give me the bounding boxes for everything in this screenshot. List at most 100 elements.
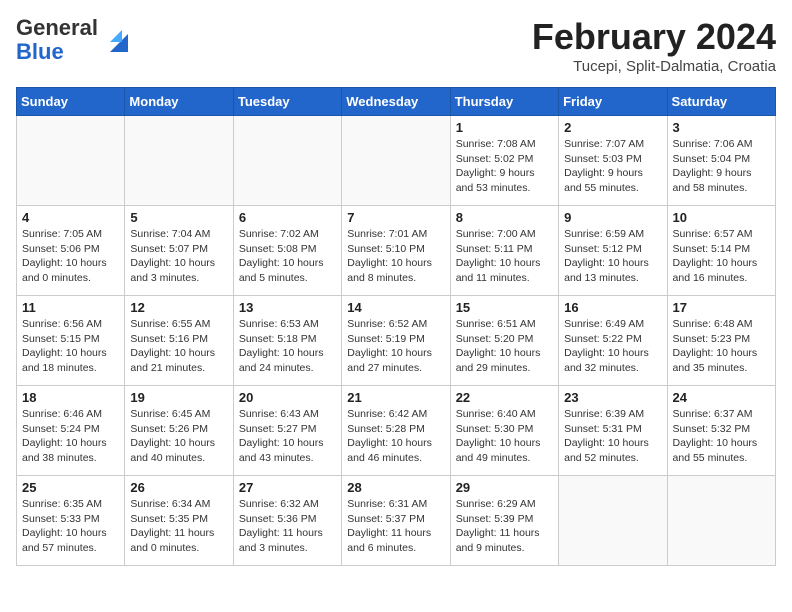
calendar-cell: [17, 116, 125, 206]
calendar-cell: 7 Sunrise: 7:01 AM Sunset: 5:10 PM Daylig…: [342, 206, 450, 296]
day-number: 10: [673, 210, 770, 225]
calendar-cell: 9 Sunrise: 6:59 AM Sunset: 5:12 PM Daylig…: [559, 206, 667, 296]
day-info: Sunrise: 6:55 AM Sunset: 5:16 PM Dayligh…: [130, 317, 227, 376]
weekday-header-thursday: Thursday: [450, 88, 558, 116]
calendar-cell: 4 Sunrise: 7:05 AM Sunset: 5:06 PM Daylig…: [17, 206, 125, 296]
calendar-cell: 17 Sunrise: 6:48 AM Sunset: 5:23 PM Dayli…: [667, 296, 775, 386]
logo-blue: Blue: [16, 39, 64, 64]
logo-icon: [100, 24, 132, 56]
day-number: 28: [347, 480, 444, 495]
calendar-cell: 2 Sunrise: 7:07 AM Sunset: 5:03 PM Daylig…: [559, 116, 667, 206]
day-number: 5: [130, 210, 227, 225]
day-info: Sunrise: 6:53 AM Sunset: 5:18 PM Dayligh…: [239, 317, 336, 376]
day-number: 6: [239, 210, 336, 225]
day-number: 12: [130, 300, 227, 315]
day-info: Sunrise: 7:06 AM Sunset: 5:04 PM Dayligh…: [673, 137, 770, 196]
day-number: 16: [564, 300, 661, 315]
calendar-cell: [559, 476, 667, 566]
day-number: 9: [564, 210, 661, 225]
day-number: 29: [456, 480, 553, 495]
day-info: Sunrise: 6:59 AM Sunset: 5:12 PM Dayligh…: [564, 227, 661, 286]
calendar-cell: 26 Sunrise: 6:34 AM Sunset: 5:35 PM Dayli…: [125, 476, 233, 566]
day-info: Sunrise: 7:01 AM Sunset: 5:10 PM Dayligh…: [347, 227, 444, 286]
calendar-cell: 27 Sunrise: 6:32 AM Sunset: 5:36 PM Dayli…: [233, 476, 341, 566]
day-info: Sunrise: 6:32 AM Sunset: 5:36 PM Dayligh…: [239, 497, 336, 556]
weekday-header-monday: Monday: [125, 88, 233, 116]
calendar-cell: [342, 116, 450, 206]
calendar-cell: 1 Sunrise: 7:08 AM Sunset: 5:02 PM Daylig…: [450, 116, 558, 206]
calendar-cell: 25Sunrise: 6:35 AM Sunset: 5:33 PM Dayli…: [17, 476, 125, 566]
calendar-cell: 23Sunrise: 6:39 AM Sunset: 5:31 PM Dayli…: [559, 386, 667, 476]
calendar-cell: 21 Sunrise: 6:42 AM Sunset: 5:28 PM Dayli…: [342, 386, 450, 476]
day-info: Sunrise: 6:57 AM Sunset: 5:14 PM Dayligh…: [673, 227, 770, 286]
day-number: 8: [456, 210, 553, 225]
day-number: 14: [347, 300, 444, 315]
day-number: 26: [130, 480, 227, 495]
day-info: Sunrise: 6:48 AM Sunset: 5:23 PM Dayligh…: [673, 317, 770, 376]
day-info: Sunrise: 6:52 AM Sunset: 5:19 PM Dayligh…: [347, 317, 444, 376]
day-info: Sunrise: 6:34 AM Sunset: 5:35 PM Dayligh…: [130, 497, 227, 556]
day-info: Sunrise: 6:51 AM Sunset: 5:20 PM Dayligh…: [456, 317, 553, 376]
day-info: Sunrise: 6:45 AM Sunset: 5:26 PM Dayligh…: [130, 407, 227, 466]
day-number: 11: [22, 300, 119, 315]
title-area: February 2024 Tucepi, Split-Dalmatia, Cr…: [532, 16, 776, 75]
week-row-1: 1 Sunrise: 7:08 AM Sunset: 5:02 PM Daylig…: [17, 116, 776, 206]
calendar-cell: 6 Sunrise: 7:02 AM Sunset: 5:08 PM Daylig…: [233, 206, 341, 296]
logo-general: General: [16, 15, 98, 40]
weekday-header-saturday: Saturday: [667, 88, 775, 116]
day-number: 17: [673, 300, 770, 315]
calendar-cell: 29 Sunrise: 6:29 AM Sunset: 5:39 PM Dayli…: [450, 476, 558, 566]
day-info: Sunrise: 6:37 AM Sunset: 5:32 PM Dayligh…: [673, 407, 770, 466]
calendar-table: SundayMondayTuesdayWednesdayThursdayFrid…: [16, 87, 776, 566]
day-info: Sunrise: 6:29 AM Sunset: 5:39 PM Dayligh…: [456, 497, 553, 556]
day-info: Sunrise: 6:46 AM Sunset: 5:24 PM Dayligh…: [22, 407, 119, 466]
calendar-cell: 28Sunrise: 6:31 AM Sunset: 5:37 PM Dayli…: [342, 476, 450, 566]
week-row-2: 4 Sunrise: 7:05 AM Sunset: 5:06 PM Daylig…: [17, 206, 776, 296]
calendar-cell: 3 Sunrise: 7:06 AM Sunset: 5:04 PM Daylig…: [667, 116, 775, 206]
calendar-cell: 13Sunrise: 6:53 AM Sunset: 5:18 PM Dayli…: [233, 296, 341, 386]
calendar-cell: 8Sunrise: 7:00 AM Sunset: 5:11 PM Daylig…: [450, 206, 558, 296]
weekday-header-friday: Friday: [559, 88, 667, 116]
day-number: 7: [347, 210, 444, 225]
logo: General Blue: [16, 16, 132, 64]
page-header: General Blue February 2024 Tucepi, Split…: [16, 16, 776, 75]
week-row-4: 18 Sunrise: 6:46 AM Sunset: 5:24 PM Dayli…: [17, 386, 776, 476]
day-info: Sunrise: 6:56 AM Sunset: 5:15 PM Dayligh…: [22, 317, 119, 376]
day-info: Sunrise: 7:08 AM Sunset: 5:02 PM Dayligh…: [456, 137, 553, 196]
weekday-header-tuesday: Tuesday: [233, 88, 341, 116]
weekday-header-row: SundayMondayTuesdayWednesdayThursdayFrid…: [17, 88, 776, 116]
day-number: 19: [130, 390, 227, 405]
calendar-cell: 19 Sunrise: 6:45 AM Sunset: 5:26 PM Dayli…: [125, 386, 233, 476]
calendar-cell: [667, 476, 775, 566]
day-info: Sunrise: 6:40 AM Sunset: 5:30 PM Dayligh…: [456, 407, 553, 466]
calendar-cell: 18 Sunrise: 6:46 AM Sunset: 5:24 PM Dayli…: [17, 386, 125, 476]
day-info: Sunrise: 6:42 AM Sunset: 5:28 PM Dayligh…: [347, 407, 444, 466]
day-number: 4: [22, 210, 119, 225]
day-number: 2: [564, 120, 661, 135]
week-row-3: 11 Sunrise: 6:56 AM Sunset: 5:15 PM Dayli…: [17, 296, 776, 386]
calendar-cell: 12 Sunrise: 6:55 AM Sunset: 5:16 PM Dayli…: [125, 296, 233, 386]
day-info: Sunrise: 6:43 AM Sunset: 5:27 PM Dayligh…: [239, 407, 336, 466]
calendar-cell: 24 Sunrise: 6:37 AM Sunset: 5:32 PM Dayli…: [667, 386, 775, 476]
day-info: Sunrise: 6:49 AM Sunset: 5:22 PM Dayligh…: [564, 317, 661, 376]
day-info: Sunrise: 7:05 AM Sunset: 5:06 PM Dayligh…: [22, 227, 119, 286]
day-number: 21: [347, 390, 444, 405]
calendar-cell: 11 Sunrise: 6:56 AM Sunset: 5:15 PM Dayli…: [17, 296, 125, 386]
calendar-cell: 5Sunrise: 7:04 AM Sunset: 5:07 PM Daylig…: [125, 206, 233, 296]
calendar-cell: 15Sunrise: 6:51 AM Sunset: 5:20 PM Dayli…: [450, 296, 558, 386]
day-number: 22: [456, 390, 553, 405]
day-info: Sunrise: 6:35 AM Sunset: 5:33 PM Dayligh…: [22, 497, 119, 556]
day-number: 1: [456, 120, 553, 135]
month-title: February 2024: [532, 16, 776, 58]
week-row-5: 25Sunrise: 6:35 AM Sunset: 5:33 PM Dayli…: [17, 476, 776, 566]
day-number: 24: [673, 390, 770, 405]
calendar-cell: [233, 116, 341, 206]
weekday-header-sunday: Sunday: [17, 88, 125, 116]
calendar-cell: 22 Sunrise: 6:40 AM Sunset: 5:30 PM Dayli…: [450, 386, 558, 476]
day-number: 3: [673, 120, 770, 135]
day-number: 27: [239, 480, 336, 495]
day-info: Sunrise: 7:02 AM Sunset: 5:08 PM Dayligh…: [239, 227, 336, 286]
day-number: 18: [22, 390, 119, 405]
day-info: Sunrise: 7:07 AM Sunset: 5:03 PM Dayligh…: [564, 137, 661, 196]
calendar-cell: 14 Sunrise: 6:52 AM Sunset: 5:19 PM Dayli…: [342, 296, 450, 386]
